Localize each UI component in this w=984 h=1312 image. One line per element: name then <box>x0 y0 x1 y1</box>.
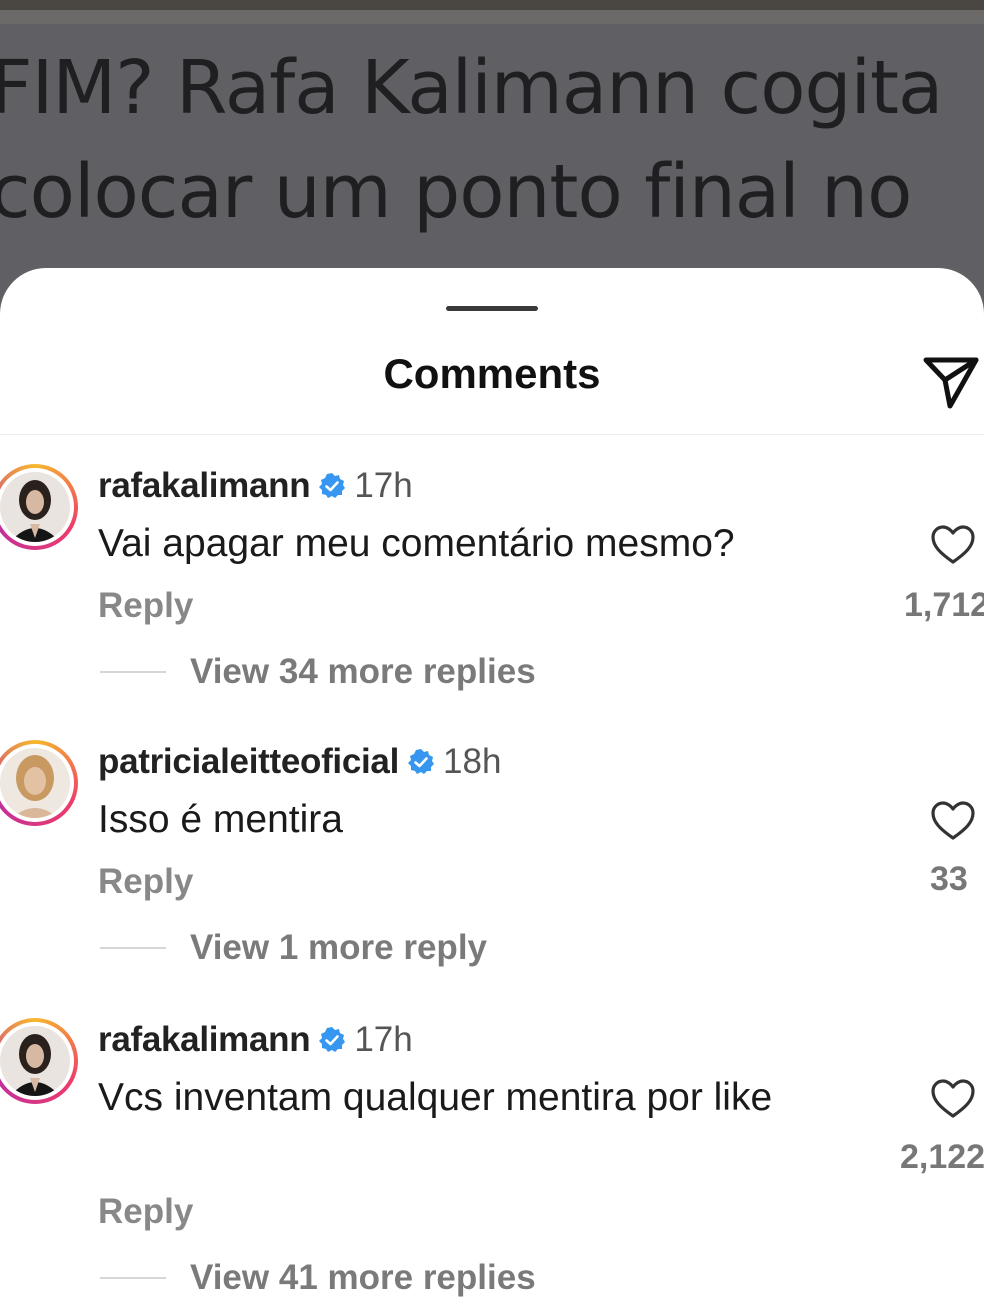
comment-text: Isso é mentira <box>98 798 343 841</box>
replies-divider-line <box>100 671 166 673</box>
backdrop-top-strip-secondary <box>0 10 984 24</box>
heart-icon[interactable] <box>930 524 976 566</box>
comments-sheet: Comments rafakalimann 17h Vai apagar meu… <box>0 268 984 1312</box>
post-headline: FIM? Rafa Kalimann cogita colocar um pon… <box>0 45 943 235</box>
comment-time: 17h <box>354 1020 413 1059</box>
comment-item: patricialeitteoficial 18h Isso é mentira… <box>0 734 984 984</box>
comments-header: Comments <box>0 338 984 435</box>
comment-username[interactable]: rafakalimann <box>98 466 311 506</box>
backdrop-top-strip <box>0 0 984 10</box>
comment-meta: rafakalimann 17h <box>98 1018 413 1062</box>
view-replies-label: View 41 more replies <box>190 1258 536 1297</box>
sheet-grabber-handle[interactable] <box>446 306 538 311</box>
heart-icon[interactable] <box>930 800 976 842</box>
heart-icon[interactable] <box>930 1078 976 1120</box>
reply-button[interactable]: Reply <box>98 586 193 626</box>
comment-time: 17h <box>354 466 413 505</box>
profile-photo <box>0 748 70 818</box>
verified-badge-icon <box>319 473 346 498</box>
verified-badge-icon <box>408 749 435 774</box>
view-replies-button[interactable]: View 34 more replies <box>100 652 536 692</box>
replies-divider-line <box>100 1277 166 1279</box>
avatar[interactable] <box>0 740 78 826</box>
post-background: FIM? Rafa Kalimann cogita colocar um pon… <box>0 0 984 300</box>
view-replies-label: View 34 more replies <box>190 652 536 691</box>
profile-photo <box>0 1026 70 1096</box>
comment-username[interactable]: rafakalimann <box>98 1020 311 1060</box>
like-count: 1,712 <box>904 586 984 624</box>
comment-item: rafakalimann 17h Vcs inventam qualquer m… <box>0 1012 984 1312</box>
comments-title: Comments <box>383 350 601 397</box>
reply-button[interactable]: Reply <box>98 862 193 902</box>
avatar[interactable] <box>0 464 78 550</box>
like-count: 33 <box>930 860 968 898</box>
view-replies-button[interactable]: View 41 more replies <box>100 1258 536 1298</box>
profile-photo <box>0 472 70 542</box>
comment-meta: rafakalimann 17h <box>98 464 413 508</box>
avatar[interactable] <box>0 1018 78 1104</box>
comment-time: 18h <box>443 742 502 781</box>
replies-divider-line <box>100 947 166 949</box>
comment-meta: patricialeitteoficial 18h <box>98 740 501 784</box>
comment-text: Vai apagar meu comentário mesmo? <box>98 522 735 565</box>
view-replies-label: View 1 more reply <box>190 928 488 967</box>
reply-button[interactable]: Reply <box>98 1192 193 1232</box>
view-replies-button[interactable]: View 1 more reply <box>100 928 487 968</box>
comment-text: Vcs inventam qualquer mentira por like <box>98 1076 773 1119</box>
like-count: 2,122 <box>900 1138 984 1176</box>
comment-username[interactable]: patricialeitteoficial <box>98 742 399 782</box>
comment-item: rafakalimann 17h Vai apagar meu comentár… <box>0 458 984 708</box>
paper-plane-icon[interactable] <box>918 350 984 410</box>
verified-badge-icon <box>319 1027 346 1052</box>
screen: FIM? Rafa Kalimann cogita colocar um pon… <box>0 0 984 1312</box>
